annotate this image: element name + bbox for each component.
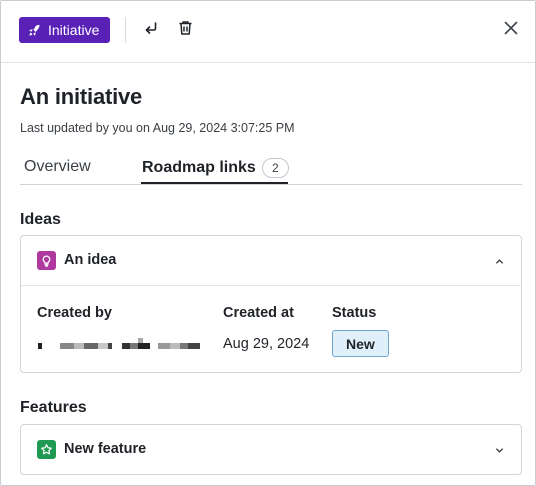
redacted-creator-name bbox=[38, 338, 200, 349]
feature-title[interactable]: New feature bbox=[64, 441, 146, 457]
rocket-icon bbox=[28, 24, 41, 37]
close-button[interactable] bbox=[498, 17, 524, 43]
idea-card-header[interactable]: An idea bbox=[21, 236, 521, 286]
tab-label: Roadmap links bbox=[142, 159, 256, 176]
record-type-label: Initiative bbox=[48, 22, 100, 38]
created-at-label: Created at bbox=[223, 305, 294, 321]
tab-roadmap-links[interactable]: Roadmap links 2 bbox=[142, 158, 289, 178]
active-tab-indicator bbox=[141, 182, 288, 184]
chevron-up-icon[interactable] bbox=[494, 254, 505, 272]
toolbar-divider bbox=[125, 17, 126, 43]
star-icon bbox=[37, 440, 56, 459]
status-label: Status bbox=[332, 305, 377, 321]
drawer-toolbar: Initiative bbox=[1, 1, 535, 63]
trash-icon bbox=[178, 20, 193, 41]
chevron-down-icon[interactable] bbox=[494, 443, 505, 461]
delete-button[interactable] bbox=[172, 17, 198, 43]
count-badge: 2 bbox=[261, 158, 289, 178]
created-at-value: Aug 29, 2024 bbox=[223, 336, 310, 352]
tab-overview[interactable]: Overview bbox=[24, 158, 91, 176]
status-badge[interactable]: New bbox=[332, 330, 389, 357]
idea-title[interactable]: An idea bbox=[64, 252, 116, 268]
return-button[interactable] bbox=[138, 17, 164, 43]
page-title: An initiative bbox=[20, 84, 143, 109]
record-type-badge[interactable]: Initiative bbox=[19, 17, 111, 43]
feature-card-header[interactable]: New feature bbox=[21, 425, 521, 475]
ideas-section-heading: Ideas bbox=[20, 211, 61, 228]
features-section-heading: Features bbox=[20, 399, 87, 416]
initiative-drawer: Initiative An initiative Last updated by… bbox=[0, 0, 536, 486]
close-icon bbox=[504, 21, 518, 40]
feature-card: New feature bbox=[20, 424, 522, 475]
created-by-label: Created by bbox=[37, 305, 112, 321]
return-icon bbox=[143, 20, 159, 41]
tab-label: Overview bbox=[24, 158, 91, 175]
last-updated-text: Last updated by you on Aug 29, 2024 3:07… bbox=[20, 121, 295, 135]
lightbulb-icon bbox=[37, 251, 56, 270]
idea-card: An idea Created by Created at Status Aug… bbox=[20, 235, 522, 373]
tab-bar: Overview Roadmap links 2 bbox=[20, 151, 522, 185]
